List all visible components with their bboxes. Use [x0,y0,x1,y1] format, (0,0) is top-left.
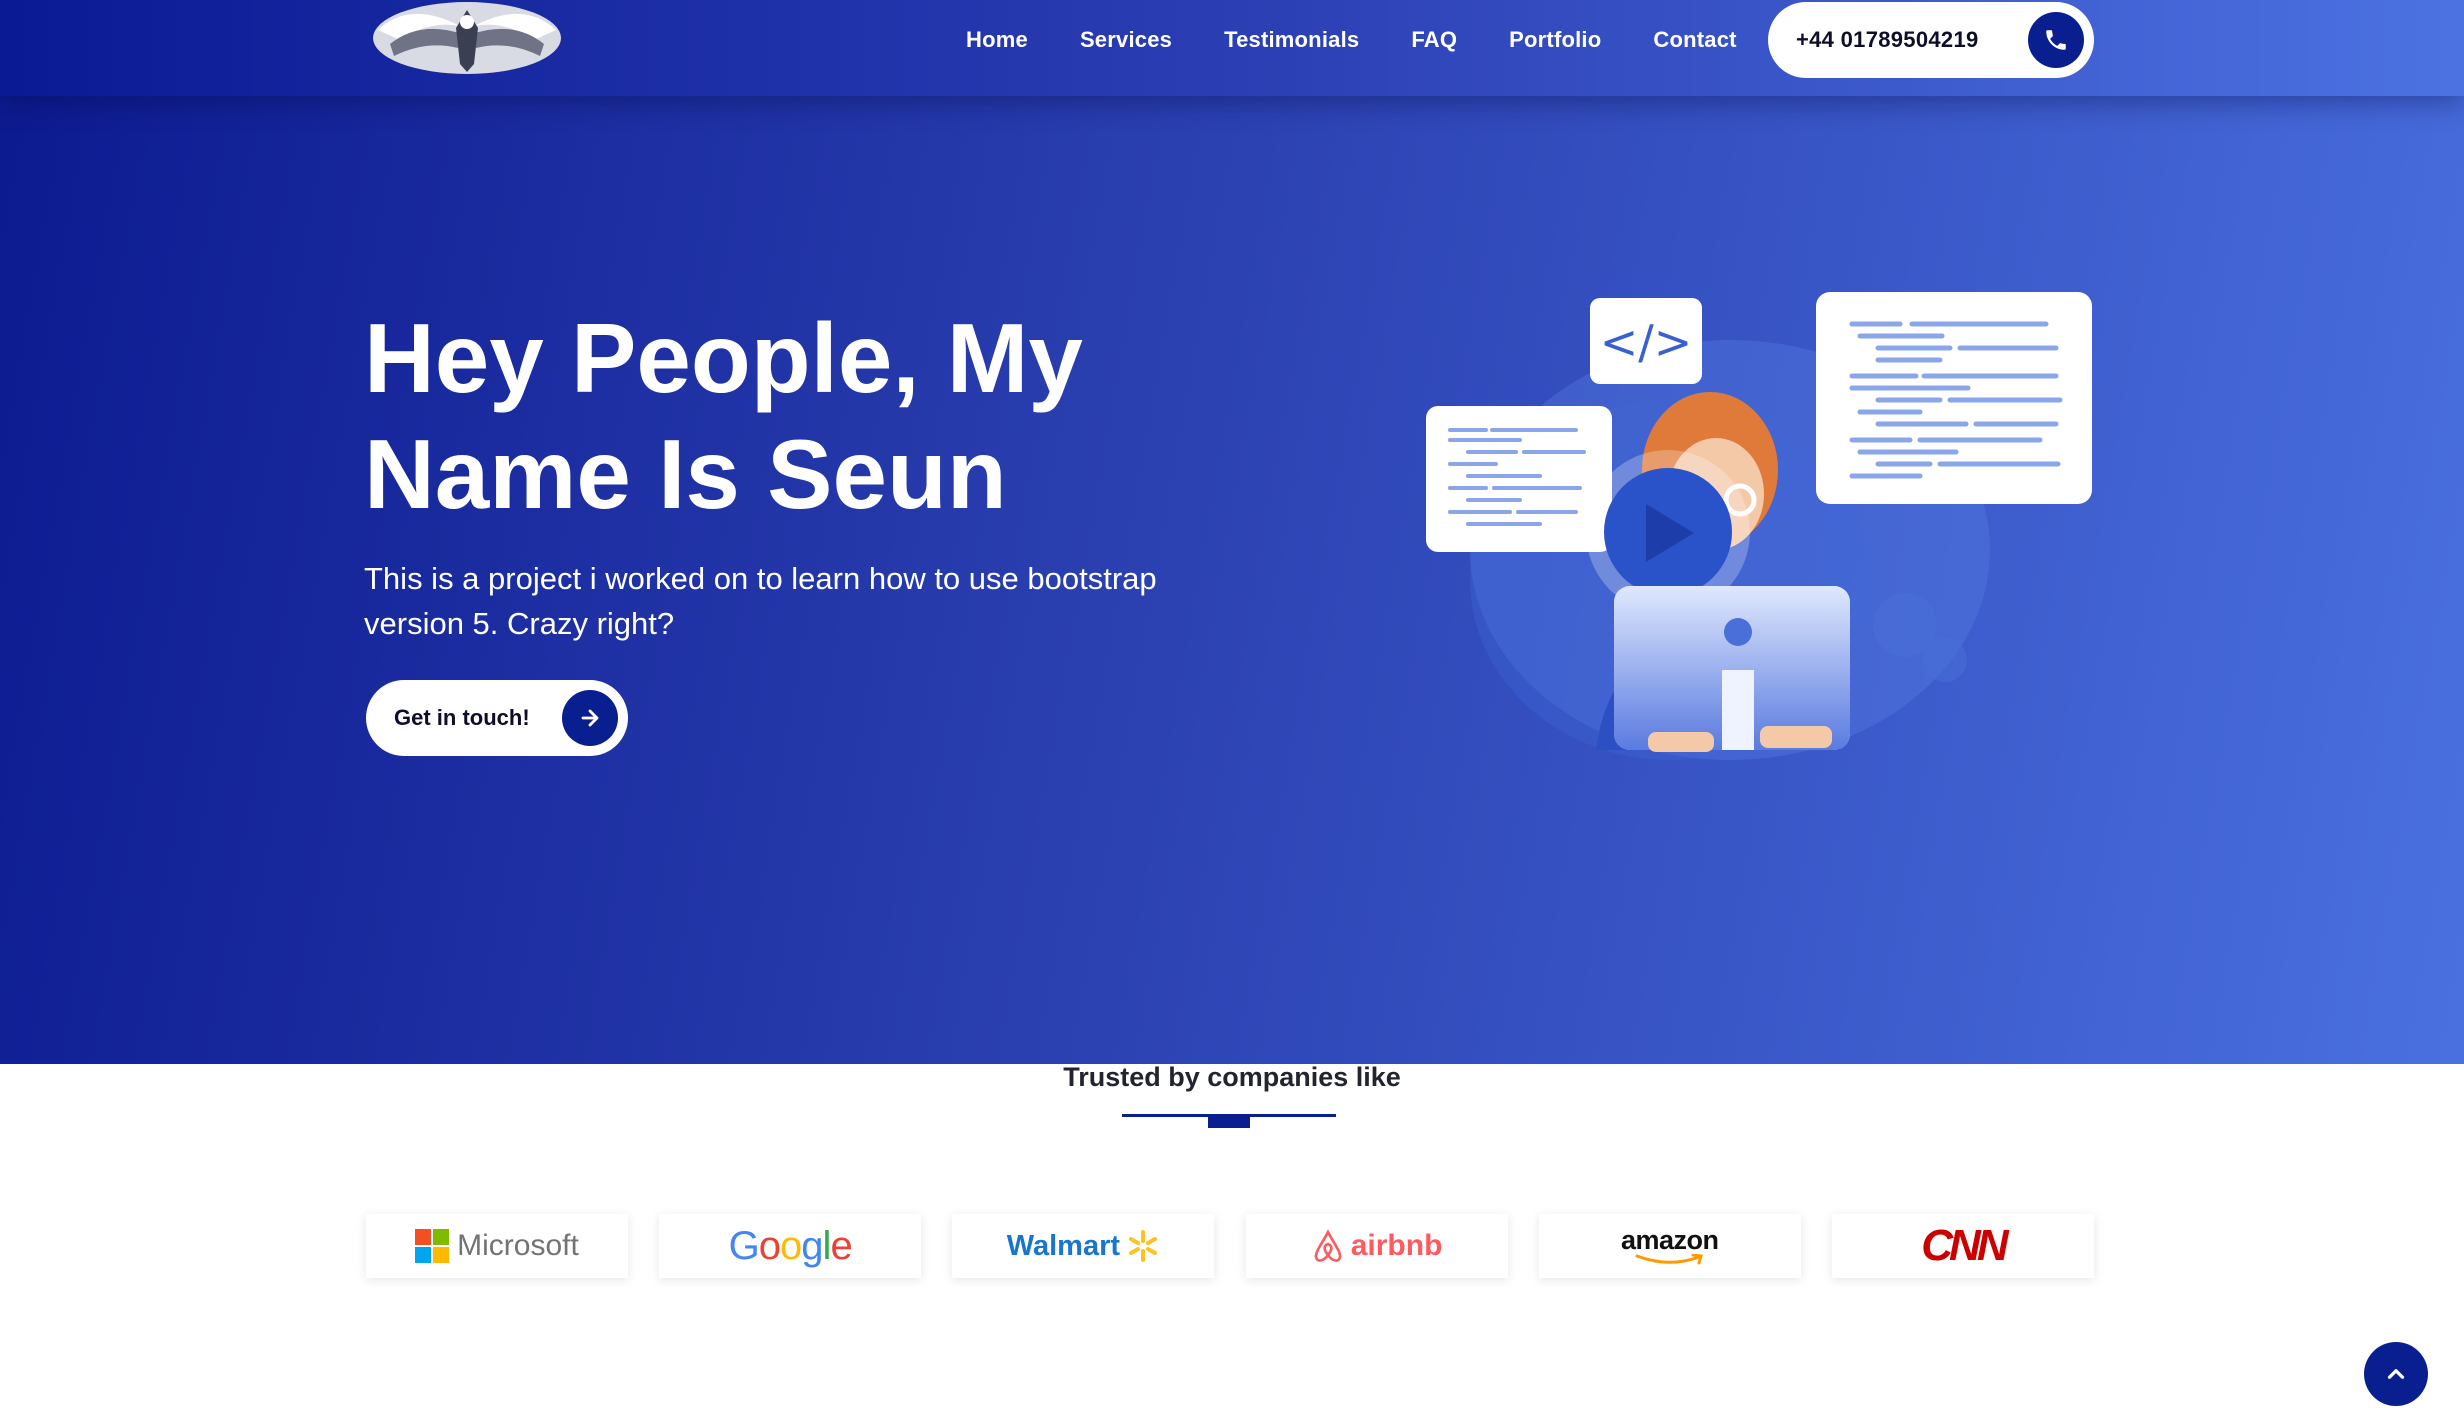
nav-link-testimonials[interactable]: Testimonials [1198,27,1385,53]
airbnb-logo: airbnb [1311,1228,1443,1264]
nav-link-portfolio[interactable]: Portfolio [1483,27,1627,53]
nav-link-home[interactable]: Home [940,27,1054,53]
amazon-name: amazon [1620,1225,1719,1255]
walmart-logo: Walmart [1007,1229,1160,1263]
top-navbar: Home Services Testimonials FAQ Portfolio… [0,0,2464,96]
logo-card-google[interactable]: Google [659,1214,922,1278]
microsoft-logo: Microsoft [415,1229,579,1263]
eagle-emblem-icon[interactable] [370,0,564,78]
logo-card-walmart[interactable]: Walmart [952,1214,1215,1278]
hero-title: Hey People, My Name Is Seun [364,300,1184,532]
walmart-name: Walmart [1006,1229,1121,1262]
nav-link-contact[interactable]: Contact [1627,27,1762,53]
logo-card-airbnb[interactable]: airbnb [1245,1214,1508,1278]
phone-number: +44 01789504219 [1796,27,1979,52]
nav-link-faq[interactable]: FAQ [1385,27,1483,53]
chevron-up-icon [2387,1369,2405,1379]
hero-title-line-1: Hey People, My [364,303,1083,413]
trusted-title: Trusted by companies like [1063,1062,1401,1092]
nav-links: Home Services Testimonials FAQ Portfolio… [940,0,1763,80]
logo-card-microsoft[interactable]: Microsoft [366,1214,628,1278]
cnn-logo: CNN [1921,1221,2008,1270]
amazon-logo: amazon [1621,1226,1719,1266]
amazon-smile-icon [1635,1254,1703,1265]
developer-illustration: </> [1426,292,2092,760]
section-divider-accent [1208,1114,1250,1128]
microsoft-grid-icon [415,1229,450,1263]
logo-card-cnn[interactable]: CNN [1831,1214,2094,1278]
hero-subtitle: This is a project i worked on to learn h… [364,561,1157,641]
get-in-touch-button[interactable]: Get in touch! [366,680,628,756]
arrow-right-icon [562,690,618,746]
code-tag-icon: </> [1600,315,1693,369]
company-logos: Microsoft Google Walmart airbnb amazon C… [366,1214,2094,1278]
walmart-spark-icon [1129,1230,1158,1262]
microsoft-name: Microsoft [457,1229,579,1262]
google-logo: Google [728,1223,853,1268]
logo-card-amazon[interactable]: amazon [1538,1214,1801,1278]
get-in-touch-label: Get in touch! [394,705,530,730]
phone-icon [2028,12,2084,68]
nav-link-services[interactable]: Services [1054,27,1198,53]
airbnb-belo-icon [1314,1229,1342,1262]
scroll-to-top-button[interactable] [2364,1342,2428,1406]
hero-section: </> [0,0,2464,1064]
phone-button[interactable]: +44 01789504219 [1768,2,2094,78]
hero-title-line-2: Name Is Seun [364,419,1007,529]
airbnb-name: airbnb [1350,1229,1443,1262]
